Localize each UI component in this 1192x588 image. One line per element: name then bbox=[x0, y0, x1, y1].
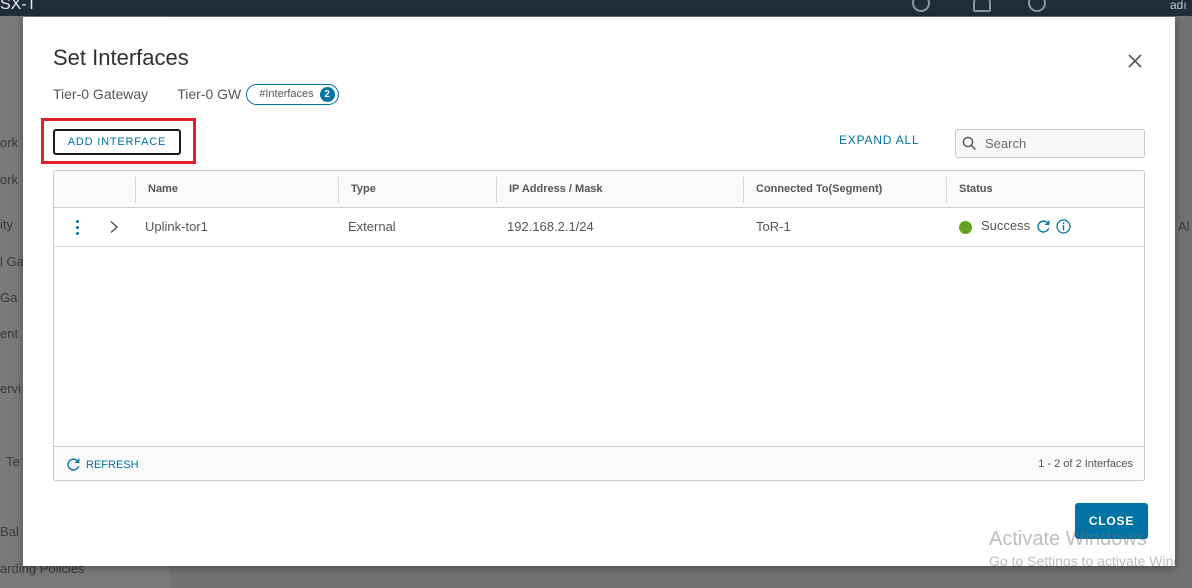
column-separator bbox=[496, 177, 497, 203]
row-ip: 192.168.2.1/24 bbox=[507, 219, 594, 234]
row-actions-icon[interactable] bbox=[72, 218, 82, 236]
interfaces-grid: Name Type IP Address / Mask Connected To… bbox=[53, 170, 1145, 481]
info-icon[interactable] bbox=[1056, 219, 1071, 234]
gateway-name: Tier-0 GW bbox=[177, 86, 242, 102]
pagination-text: 1 - 2 of 2 Interfaces bbox=[1038, 458, 1133, 470]
user-menu[interactable]: adı bbox=[1170, 0, 1187, 12]
bg-sidebar-text: ervi bbox=[0, 381, 21, 396]
column-header-status[interactable]: Status bbox=[959, 171, 993, 208]
column-header-segment[interactable]: Connected To(Segment) bbox=[756, 171, 882, 208]
watermark-line2: Go to Settings to activate Windows. bbox=[989, 553, 1192, 569]
bg-sidebar-text: Te bbox=[6, 454, 20, 469]
interfaces-badge-label: #Interfaces bbox=[259, 88, 314, 100]
gateway-type: Tier-0 Gateway bbox=[53, 86, 149, 102]
refresh-button[interactable]: REFRESH bbox=[66, 457, 139, 472]
close-icon[interactable] bbox=[1124, 50, 1146, 72]
column-separator bbox=[135, 177, 136, 203]
app-brand: SX-T bbox=[0, 0, 37, 13]
interfaces-badge: #Interfaces 2 bbox=[246, 83, 339, 105]
interfaces-count: 2 bbox=[319, 86, 335, 102]
column-header-type[interactable]: Type bbox=[351, 171, 376, 208]
row-name: Uplink-tor1 bbox=[145, 219, 208, 234]
bg-main-text: Al bbox=[1178, 219, 1190, 234]
bg-sidebar-text: ity bbox=[0, 217, 13, 232]
search-field[interactable] bbox=[955, 129, 1145, 158]
bg-sidebar-text: l Ga bbox=[0, 254, 24, 269]
gateway-info: Tier-0 Gateway Tier-0 GW #Interfaces 2 bbox=[53, 83, 339, 105]
bg-sidebar-text: Ga bbox=[0, 290, 18, 305]
bg-sidebar-text: Bal bbox=[0, 524, 19, 539]
bell-icon[interactable] bbox=[973, 0, 991, 12]
refresh-status-icon[interactable] bbox=[1036, 219, 1051, 234]
set-interfaces-dialog: Set Interfaces Tier-0 Gateway Tier-0 GW … bbox=[23, 17, 1175, 566]
column-separator bbox=[743, 177, 744, 203]
search-icon bbox=[962, 136, 977, 151]
grid-header: Name Type IP Address / Mask Connected To… bbox=[54, 171, 1144, 208]
column-separator bbox=[946, 177, 947, 203]
bg-sidebar-text: ork bbox=[0, 172, 19, 187]
app-header: SX-T adı bbox=[0, 0, 1192, 16]
dialog-title: Set Interfaces bbox=[53, 45, 189, 70]
search-input[interactable] bbox=[985, 136, 1135, 151]
status-success-dot bbox=[959, 221, 972, 234]
expand-all-link[interactable]: EXPAND ALL bbox=[839, 133, 919, 147]
column-separator bbox=[338, 177, 339, 203]
row-segment: ToR-1 bbox=[756, 219, 791, 234]
refresh-icon bbox=[67, 458, 80, 471]
search-icon[interactable] bbox=[912, 0, 930, 12]
row-type: External bbox=[348, 219, 396, 234]
row-status: Success bbox=[981, 218, 1031, 233]
grid-footer: REFRESH 1 - 2 of 2 Interfaces bbox=[54, 446, 1144, 480]
help-icon[interactable] bbox=[1028, 0, 1046, 12]
column-header-name[interactable]: Name bbox=[148, 171, 178, 208]
add-interface-button[interactable]: ADD INTERFACE bbox=[53, 129, 181, 155]
bg-sidebar-text: ork bbox=[0, 135, 19, 150]
activate-windows-watermark: Activate Windows Go to Settings to activ… bbox=[989, 528, 1192, 569]
table-row: Uplink-tor1 External 192.168.2.1/24 ToR-… bbox=[54, 208, 1144, 247]
chevron-right-icon[interactable] bbox=[108, 220, 120, 234]
bg-sidebar-text: ent bbox=[0, 326, 19, 341]
column-header-ip[interactable]: IP Address / Mask bbox=[509, 171, 603, 208]
refresh-label: REFRESH bbox=[86, 458, 139, 471]
watermark-line1: Activate Windows bbox=[989, 528, 1147, 550]
